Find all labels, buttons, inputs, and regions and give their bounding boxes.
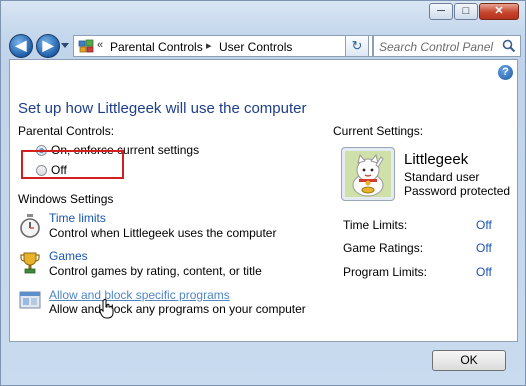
content-pane: ? Set up how Littlegeek will use the com… xyxy=(9,59,518,342)
clock-icon xyxy=(19,214,41,241)
window-controls: ─ □ ✕ xyxy=(428,3,519,20)
forward-button[interactable]: ▶ xyxy=(36,34,60,58)
breadcrumb-separator-icon[interactable]: ▸ xyxy=(206,39,212,52)
game-ratings-key: Game Ratings: xyxy=(343,241,424,255)
allow-block-programs-description: Allow and block any programs on your com… xyxy=(49,302,306,316)
minimize-button[interactable]: ─ xyxy=(429,3,453,20)
search-input[interactable]: Search Control Panel xyxy=(379,40,493,54)
program-limits-key: Program Limits: xyxy=(343,265,428,279)
breadcrumb-user-controls[interactable]: User Controls xyxy=(219,40,292,54)
games-link[interactable]: Games xyxy=(49,249,88,263)
address-bar[interactable]: « Parental Controls ▸ User Controls xyxy=(73,35,373,57)
time-limits-key: Time Limits: xyxy=(343,218,408,232)
page-title: Set up how Littlegeek will use the compu… xyxy=(18,100,307,117)
search-icon[interactable] xyxy=(502,39,516,56)
control-panel-icon xyxy=(78,39,94,56)
password-status: Password protected xyxy=(404,184,511,198)
avatar xyxy=(341,147,395,201)
parental-controls-label: Parental Controls: xyxy=(18,124,115,138)
help-icon[interactable]: ? xyxy=(498,65,513,80)
programs-icon xyxy=(19,289,41,314)
program-limits-value: Off xyxy=(476,265,492,279)
current-settings-label: Current Settings: xyxy=(333,124,424,138)
maximize-button[interactable]: □ xyxy=(454,3,478,20)
lucky-cat-icon xyxy=(345,151,391,197)
breadcrumb-parental-controls[interactable]: Parental Controls xyxy=(110,40,203,54)
games-description: Control games by rating, content, or tit… xyxy=(49,264,262,278)
time-limits-description: Control when Littlegeek uses the compute… xyxy=(49,226,277,240)
search-box[interactable]: Search Control Panel xyxy=(373,35,521,57)
close-button[interactable]: ✕ xyxy=(479,3,519,20)
game-ratings-value: Off xyxy=(476,241,492,255)
refresh-button[interactable]: ↻ xyxy=(345,35,369,57)
account-type: Standard user xyxy=(404,170,480,184)
back-button[interactable]: ◀ xyxy=(9,34,33,58)
trophy-icon xyxy=(20,251,40,278)
window-frame: ─ □ ✕ ◀ ▶ « Parental Controls ▸ User Con… xyxy=(0,0,526,386)
breadcrumb-overflow-icon[interactable]: « xyxy=(97,39,103,51)
recent-pages-dropdown[interactable] xyxy=(61,43,69,48)
ok-button[interactable]: OK xyxy=(432,350,506,371)
allow-block-programs-link[interactable]: Allow and block specific programs xyxy=(49,288,230,302)
navigation-bar: ◀ ▶ « Parental Controls ▸ User Controls … xyxy=(9,31,521,59)
highlight-box xyxy=(21,150,124,179)
hand-cursor-icon xyxy=(99,298,114,322)
windows-settings-label: Windows Settings xyxy=(18,192,114,206)
time-limits-value: Off xyxy=(476,218,492,232)
time-limits-link[interactable]: Time limits xyxy=(49,211,106,225)
user-name: Littlegeek xyxy=(404,151,469,168)
